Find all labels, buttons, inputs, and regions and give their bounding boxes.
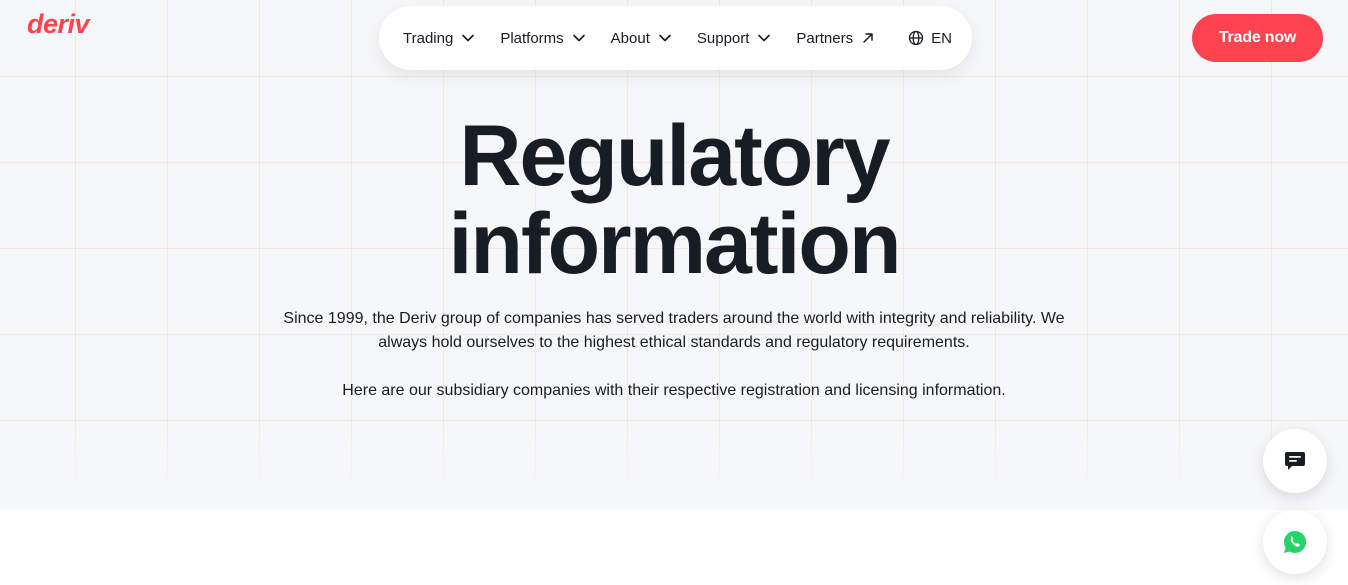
hero-subtext: Here are our subsidiary companies with t… bbox=[342, 382, 1006, 399]
whatsapp-icon bbox=[1284, 530, 1307, 553]
nav-item-support[interactable]: Support bbox=[697, 30, 772, 47]
nav-item-label: Support bbox=[696, 29, 750, 47]
arrow-up-right-icon bbox=[863, 33, 873, 43]
chevron-down-icon bbox=[758, 34, 771, 42]
page-title: Regulatory information bbox=[0, 112, 1348, 288]
globe-icon bbox=[909, 30, 924, 46]
chevron-down-icon bbox=[659, 34, 671, 42]
nav-item-label: Trading bbox=[403, 29, 454, 47]
main-nav: Trading Platforms About Support Partners… bbox=[379, 6, 972, 70]
chevron-down-icon bbox=[462, 34, 475, 42]
hero-description: Since 1999, the Deriv group of companies… bbox=[283, 310, 1065, 351]
nav-item-about[interactable]: About bbox=[611, 30, 672, 47]
nav-item-label: About bbox=[610, 29, 650, 47]
chevron-down-icon bbox=[572, 34, 585, 42]
deriv-logo[interactable]: deriv bbox=[27, 11, 90, 38]
trade-now-button[interactable]: Trade now bbox=[1192, 14, 1323, 62]
page-title-line-2: information bbox=[448, 196, 902, 292]
live-chat-button[interactable] bbox=[1263, 429, 1327, 493]
whatsapp-button[interactable] bbox=[1263, 510, 1327, 574]
language-label: EN bbox=[931, 29, 952, 47]
page: deriv Trading Platforms About Support Pa… bbox=[0, 0, 1348, 585]
language-selector[interactable]: EN bbox=[908, 30, 952, 47]
nav-item-label: Partners bbox=[796, 29, 854, 47]
nav-item-trading[interactable]: Trading bbox=[403, 30, 475, 47]
chat-icon bbox=[1285, 452, 1305, 470]
nav-item-label: Platforms bbox=[500, 29, 564, 47]
nav-item-partners[interactable]: Partners bbox=[796, 30, 875, 47]
page-title-line-1: Regulatory bbox=[459, 108, 890, 204]
nav-item-platforms[interactable]: Platforms bbox=[500, 30, 585, 47]
